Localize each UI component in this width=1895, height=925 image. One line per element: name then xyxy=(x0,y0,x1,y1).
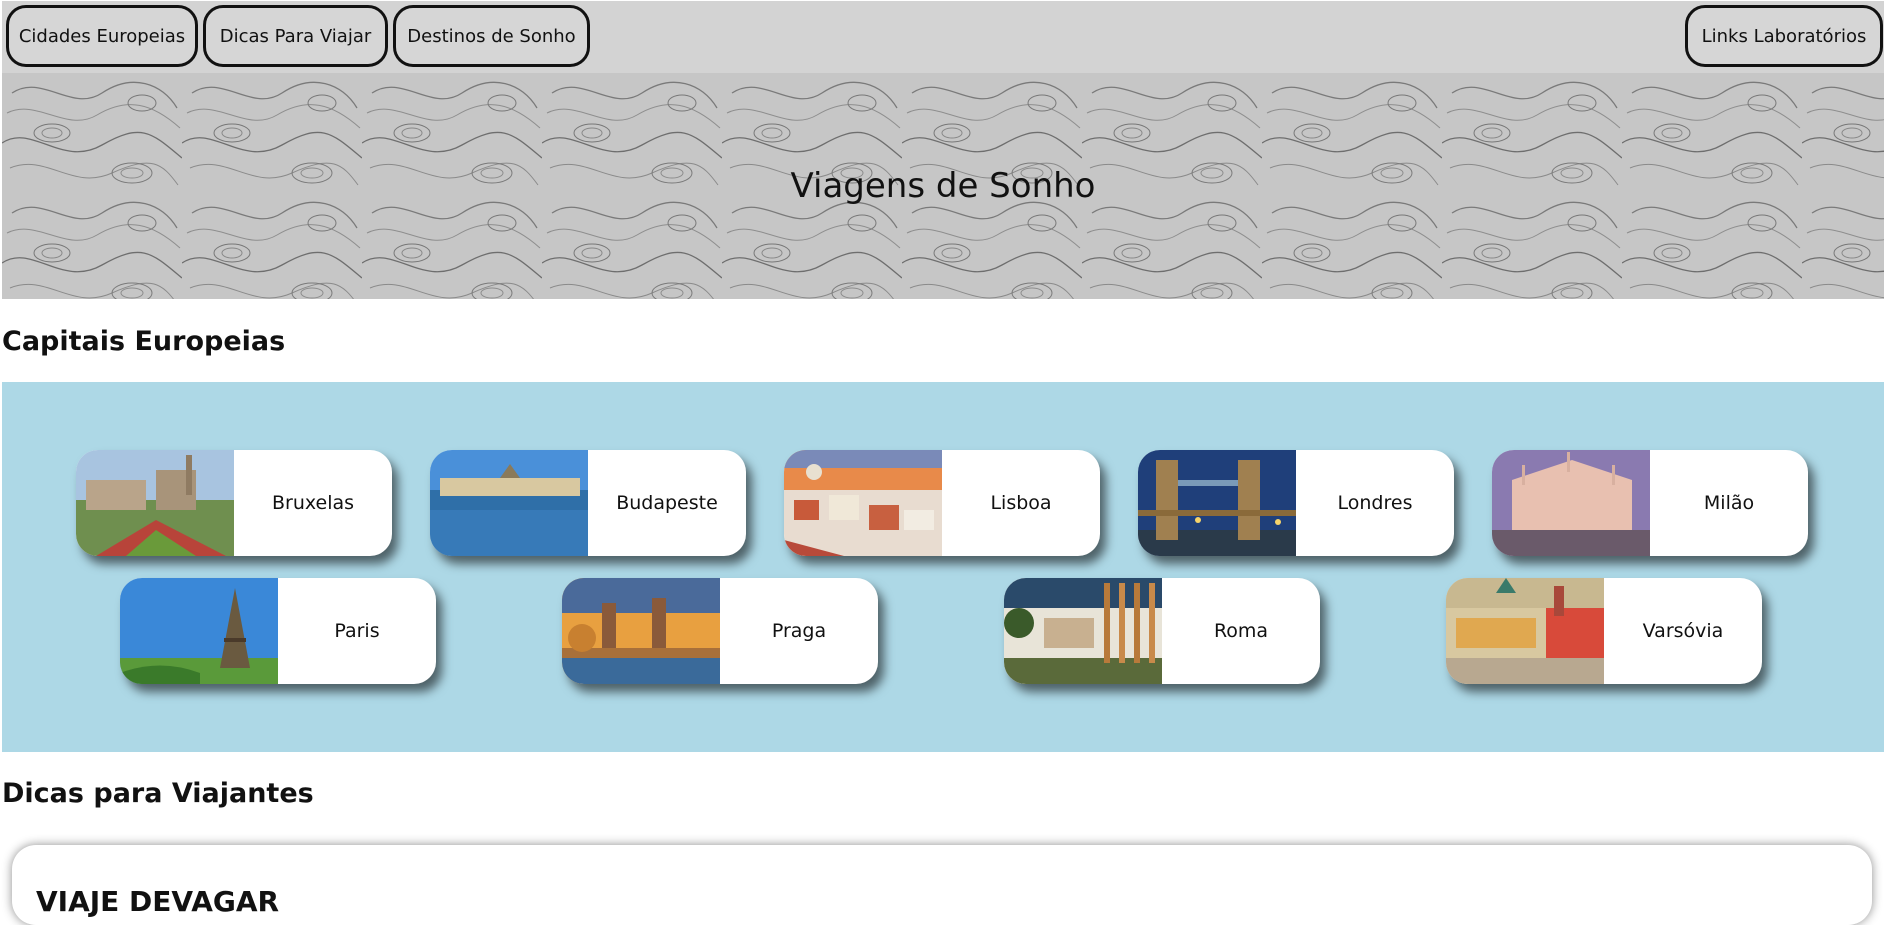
capitals-heading: Capitais Europeias xyxy=(2,326,286,357)
hero-banner: Viagens de Sonho xyxy=(2,73,1884,299)
paris-photo xyxy=(120,578,278,684)
varsovia-photo xyxy=(1446,578,1604,684)
top-nav: Cidades Europeias Dicas Para Viajar Dest… xyxy=(2,1,1884,73)
page-edge xyxy=(1884,0,1895,893)
roma-photo xyxy=(1004,578,1162,684)
city-name: Praga xyxy=(771,620,827,642)
city-card-bruxelas[interactable]: Bruxelas xyxy=(76,450,392,556)
city-card-milao[interactable]: Milão xyxy=(1492,450,1808,556)
bruxelas-photo xyxy=(76,450,234,556)
city-name: Bruxelas xyxy=(271,492,355,514)
page-title: Viagens de Sonho xyxy=(790,166,1096,206)
city-card-londres[interactable]: Londres xyxy=(1138,450,1454,556)
city-card-roma[interactable]: Roma xyxy=(1004,578,1320,684)
city-name: Paris xyxy=(334,620,380,642)
city-name: Budapeste xyxy=(616,492,718,514)
milao-photo xyxy=(1492,450,1650,556)
nav-cidades-europeias-button[interactable]: Cidades Europeias xyxy=(6,5,198,67)
tip-card: VIAJE DEVAGAR xyxy=(12,845,1872,925)
nav-dicas-para-viajar-button[interactable]: Dicas Para Viajar xyxy=(203,5,388,67)
nav-destinos-de-sonho-button[interactable]: Destinos de Sonho xyxy=(393,5,590,67)
city-name: Londres xyxy=(1337,492,1413,514)
city-card-lisboa[interactable]: Lisboa xyxy=(784,450,1100,556)
praga-photo xyxy=(562,578,720,684)
lisboa-photo xyxy=(784,450,942,556)
budapeste-photo xyxy=(430,450,588,556)
city-card-budapeste[interactable]: Budapeste xyxy=(430,450,746,556)
tip-title: VIAJE DEVAGAR xyxy=(36,885,280,918)
tips-heading: Dicas para Viajantes xyxy=(2,778,314,809)
city-card-paris[interactable]: Paris xyxy=(120,578,436,684)
city-card-varsovia[interactable]: Varsóvia xyxy=(1446,578,1762,684)
city-card-praga[interactable]: Praga xyxy=(562,578,878,684)
city-name: Milão xyxy=(1703,492,1755,514)
nav-links-laboratorios-button[interactable]: Links Laboratórios xyxy=(1685,5,1883,67)
city-name: Roma xyxy=(1213,620,1269,642)
londres-photo xyxy=(1138,450,1296,556)
city-name: Varsóvia xyxy=(1642,620,1724,642)
city-name: Lisboa xyxy=(990,492,1052,514)
capitals-section: Bruxelas Budapeste Lisboa Londres Milão … xyxy=(2,382,1884,752)
